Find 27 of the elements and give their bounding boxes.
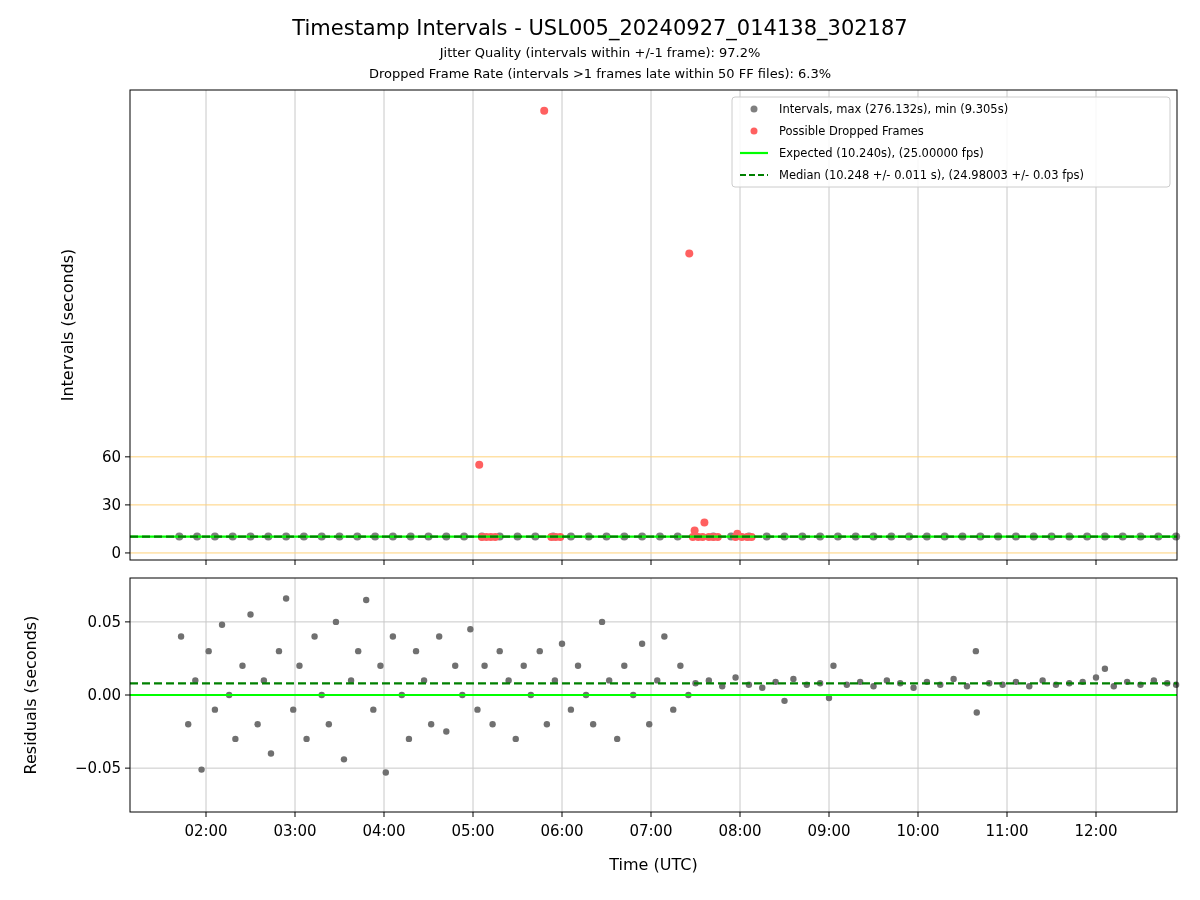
tick-label: 12:00 — [1074, 822, 1118, 840]
axis-title: Time (UTC) — [609, 855, 698, 874]
tick-label: 02:00 — [184, 822, 228, 840]
tick-label: 0.05 — [87, 612, 121, 631]
legend-label: Intervals, max (276.132s), min (9.305s) — [779, 102, 1009, 116]
tick-label: 10:00 — [896, 822, 940, 840]
tick-label: 30 — [101, 495, 121, 514]
figure-subtitle: Dropped Frame Rate (intervals >1 frames late within 50 FF files): 6.3% — [368, 65, 832, 83]
tick-label: 07:00 — [629, 822, 673, 840]
tick-label: 0 — [111, 543, 121, 562]
tick-label: 09:00 — [807, 822, 851, 840]
tick-label: 60 — [101, 447, 121, 466]
tick-label: 05:00 — [451, 822, 495, 840]
tick-label: 0.00 — [87, 686, 121, 704]
tick-label: 11:00 — [985, 822, 1029, 840]
tick-label: 03:00 — [273, 822, 317, 840]
legend-label: Expected (10.240s), (25.00000 fps) — [779, 146, 984, 160]
legend-label: Possible Dropped Frames — [779, 124, 924, 138]
axis-title: Intervals (seconds) — [58, 248, 77, 402]
axis-title: Residuals (seconds) — [21, 615, 40, 775]
tick-label: −0.05 — [75, 759, 121, 778]
figure-subtitle: Jitter Quality (intervals within +/-1 frame): 97.2% — [439, 44, 761, 62]
figure-title: Timestamp Intervals - USL005_20240927_014138_302187 — [292, 15, 908, 42]
tick-label: 08:00 — [718, 822, 762, 840]
tick-label: 06:00 — [540, 822, 584, 840]
legend-label: Median (10.248 +/- 0.011 s), (24.98003 +/- 0.03 fps) — [779, 168, 1084, 182]
tick-label: 04:00 — [362, 822, 406, 840]
